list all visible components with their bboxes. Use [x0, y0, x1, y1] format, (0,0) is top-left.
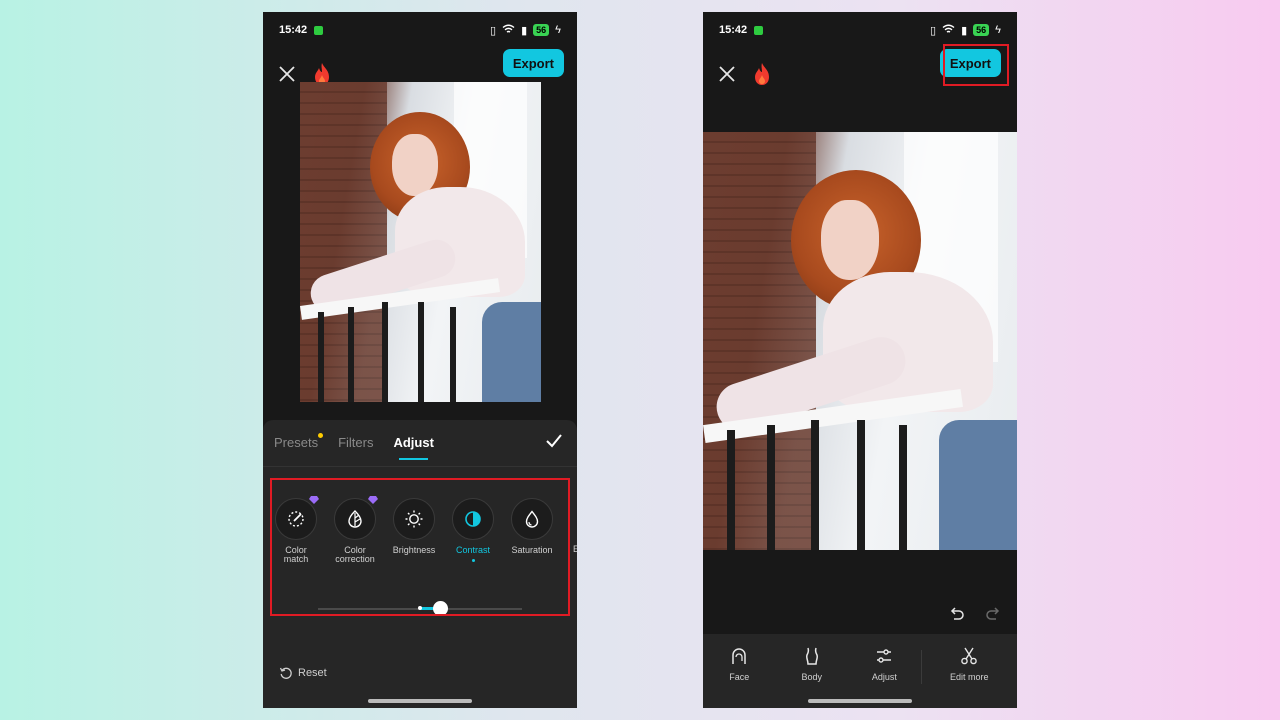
status-time: 15:42 — [279, 24, 307, 36]
reset-icon — [279, 666, 293, 680]
close-icon[interactable] — [717, 64, 737, 84]
photo-preview — [300, 82, 541, 402]
export-highlight-box — [943, 44, 1009, 86]
tools-highlight-box — [270, 478, 570, 616]
phone-screen-export: 15:42 ▯ ▮ 56 ϟ Export — [703, 12, 1017, 708]
phone-screen-adjust: 15:42 ▯ ▮ 56 ϟ Export — [263, 12, 577, 708]
toolbar-face-button[interactable]: Face — [703, 646, 776, 708]
tool-label-clipped: E — [573, 544, 577, 554]
scissors-icon — [959, 646, 979, 666]
tab-filters[interactable]: Filters — [338, 435, 373, 450]
vibrate-icon: ▯ — [490, 24, 496, 37]
charging-icon: ϟ — [555, 24, 561, 36]
toolbar-edit-more-button[interactable]: Edit more — [922, 646, 1017, 708]
fire-icon[interactable] — [753, 62, 771, 86]
face-icon — [729, 646, 749, 666]
battery-indicator: 56 — [973, 24, 989, 36]
close-icon[interactable] — [277, 64, 297, 84]
export-button[interactable]: Export — [503, 49, 564, 77]
reset-label: Reset — [298, 667, 327, 679]
charging-icon: ϟ — [995, 24, 1001, 36]
status-bar: 15:42 ▯ ▮ 56 ϟ — [703, 12, 1017, 48]
home-indicator[interactable] — [368, 699, 472, 703]
bottom-toolbar: Face Body Adjust Edit more — [703, 634, 1017, 708]
photo-preview — [703, 132, 1017, 550]
new-badge — [318, 433, 323, 438]
status-bar: 15:42 ▯ ▮ 56 ϟ — [263, 12, 577, 48]
sim-icon: ▮ — [521, 24, 527, 37]
body-icon — [802, 646, 822, 666]
sim-icon: ▮ — [961, 24, 967, 37]
reset-button[interactable]: Reset — [279, 666, 327, 680]
divider — [263, 466, 577, 467]
edit-tabs: Presets Filters Adjust — [263, 420, 577, 464]
tab-presets[interactable]: Presets — [274, 435, 318, 450]
status-time: 15:42 — [719, 24, 747, 36]
undo-icon[interactable] — [949, 606, 965, 622]
vibrate-icon: ▯ — [930, 24, 936, 37]
notification-app-icon — [314, 26, 323, 35]
battery-indicator: 56 — [533, 24, 549, 36]
history-controls — [949, 606, 1001, 622]
redo-icon[interactable] — [985, 606, 1001, 622]
checkmark-icon[interactable] — [545, 432, 563, 450]
sliders-icon — [874, 646, 894, 666]
tab-adjust[interactable]: Adjust — [393, 435, 433, 450]
wifi-icon — [942, 24, 955, 37]
home-indicator[interactable] — [808, 699, 912, 703]
wifi-icon — [502, 24, 515, 37]
notification-app-icon — [754, 26, 763, 35]
